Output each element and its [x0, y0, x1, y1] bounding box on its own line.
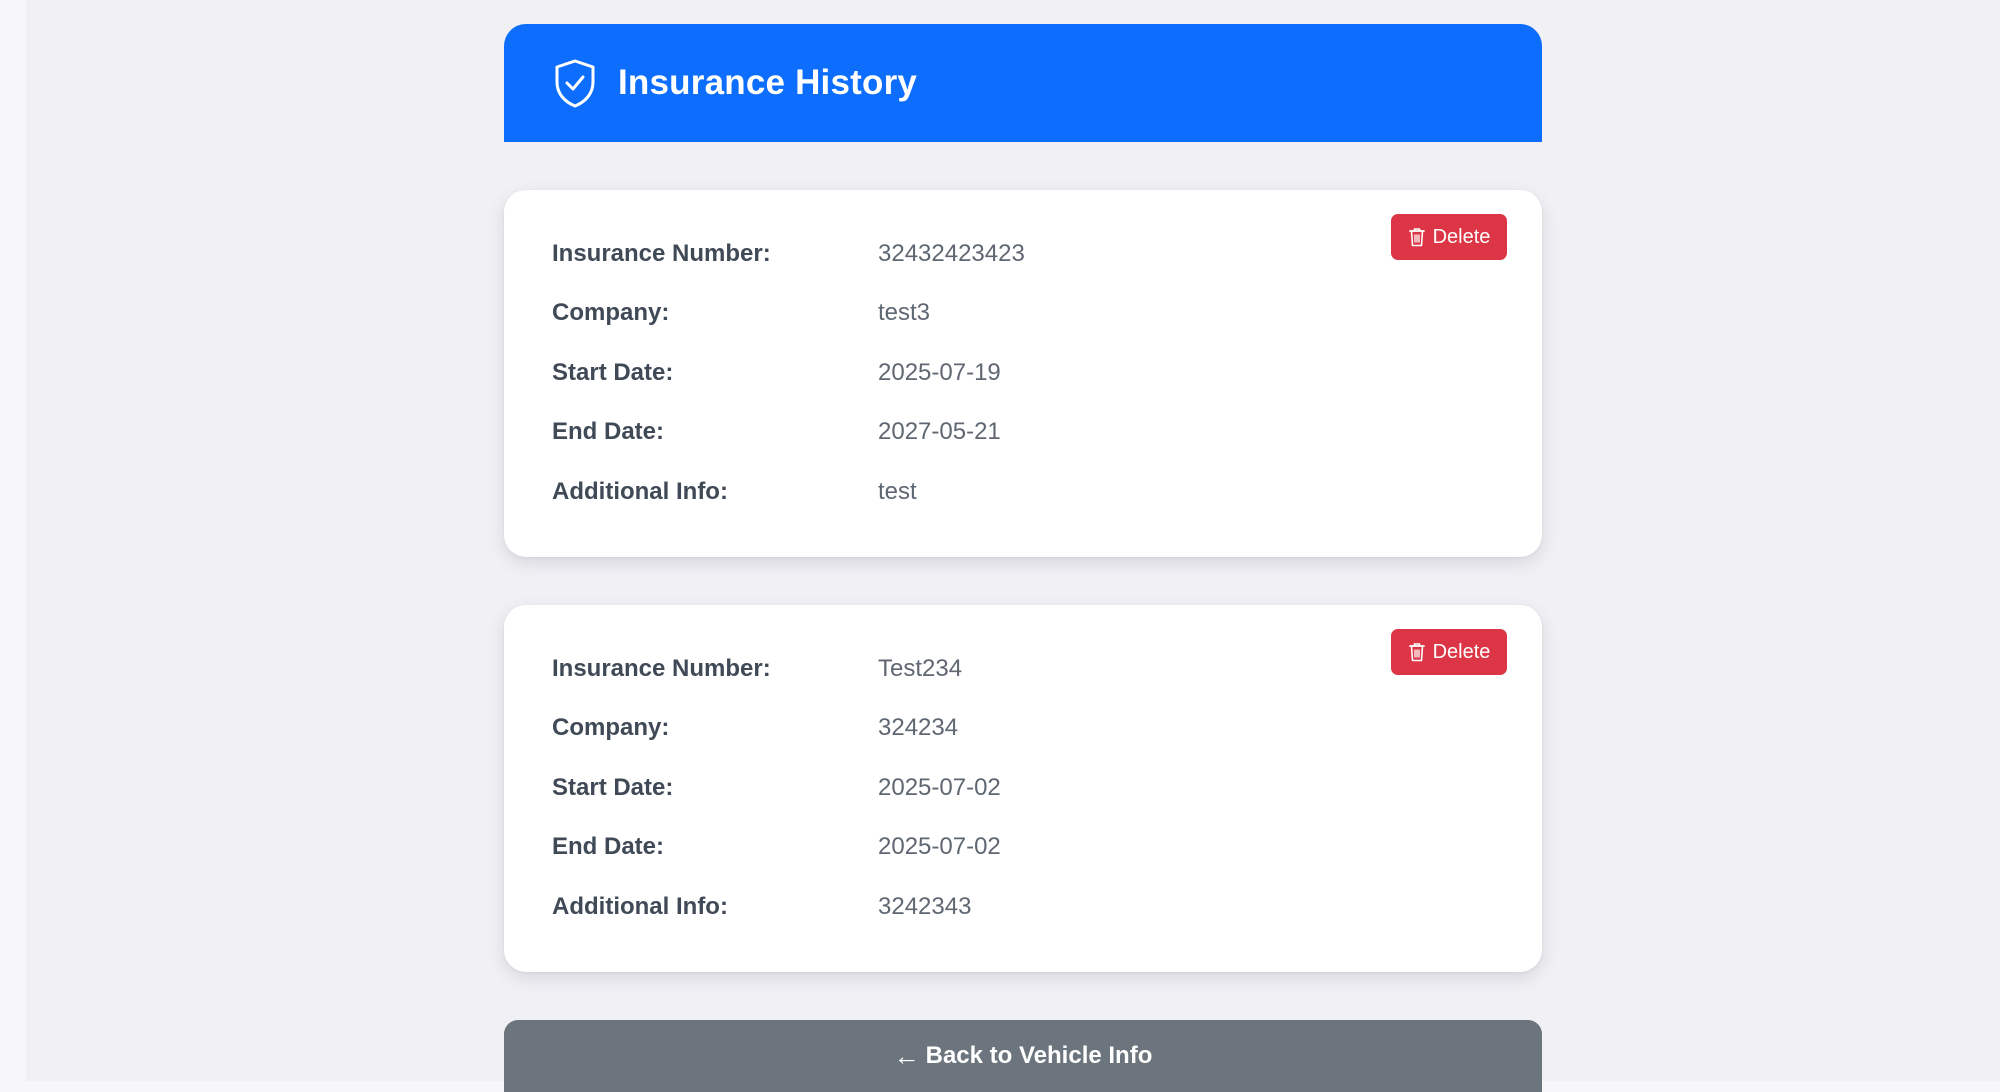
field-value: 3242343	[878, 892, 972, 920]
field-value: 32432423423	[878, 239, 1025, 267]
back-to-vehicle-info-button[interactable]: ← Back to Vehicle Info	[504, 1020, 1542, 1092]
back-button-label: Back to Vehicle Info	[925, 1042, 1153, 1069]
field-row-start-date: Start Date: 2025-07-19	[552, 343, 1506, 403]
field-label: Insurance Number:	[552, 654, 771, 682]
field-row-additional-info: Additional Info: 3242343	[552, 877, 1506, 937]
field-value: 2027-05-21	[878, 418, 1001, 446]
field-value: test	[878, 477, 917, 505]
insurance-record-card: Delete Insurance Number: 32432423423 Com…	[504, 190, 1542, 557]
field-row-company: Company: test3	[552, 284, 1506, 344]
field-label: Company:	[552, 714, 670, 742]
field-value: test3	[878, 299, 931, 327]
field-row-insurance-number: Insurance Number: 32432423423	[552, 224, 1506, 284]
field-label: Additional Info:	[552, 477, 728, 505]
delete-button-label: Delete	[1432, 640, 1491, 663]
insurance-history-panel: Insurance History Delete Insurance Numbe…	[504, 24, 1542, 1092]
field-value: 324234	[878, 714, 959, 742]
field-label: Start Date:	[552, 358, 674, 386]
page-header: Insurance History	[504, 24, 1542, 142]
page-title: Insurance History	[618, 63, 918, 102]
arrow-left-icon: ←	[893, 1040, 920, 1071]
field-row-company: Company: 324234	[552, 699, 1506, 759]
field-label: End Date:	[552, 833, 665, 861]
trash-icon	[1408, 642, 1426, 662]
field-value: 2025-07-02	[878, 773, 1001, 801]
insurance-record-card: Delete Insurance Number: Test234 Company…	[504, 605, 1542, 972]
field-row-start-date: Start Date: 2025-07-02	[552, 758, 1506, 818]
field-value: 2025-07-19	[878, 358, 1001, 386]
field-label: Additional Info:	[552, 892, 728, 920]
delete-button[interactable]: Delete	[1391, 214, 1507, 260]
field-label: Insurance Number:	[552, 239, 771, 267]
delete-button-label: Delete	[1432, 225, 1491, 248]
field-value: Test234	[878, 654, 963, 682]
field-label: Company:	[552, 299, 670, 327]
field-row-insurance-number: Insurance Number: Test234	[552, 639, 1506, 699]
trash-icon	[1408, 227, 1426, 247]
delete-button[interactable]: Delete	[1391, 629, 1507, 675]
field-value: 2025-07-02	[878, 833, 1001, 861]
field-label: Start Date:	[552, 773, 674, 801]
shield-check-icon	[552, 58, 598, 108]
field-row-end-date: End Date: 2027-05-21	[552, 403, 1506, 463]
field-row-end-date: End Date: 2025-07-02	[552, 818, 1506, 878]
field-label: End Date:	[552, 418, 665, 446]
field-row-additional-info: Additional Info: test	[552, 462, 1506, 522]
